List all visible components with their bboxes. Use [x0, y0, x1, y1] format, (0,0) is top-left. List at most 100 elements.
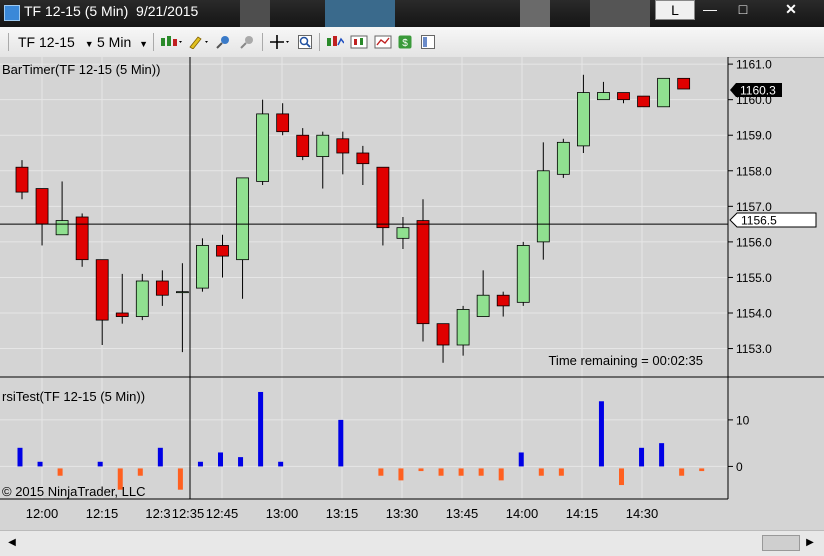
horizontal-scrollbar[interactable]: ◀ ▶ [0, 530, 824, 556]
candle-body-down [496, 294, 510, 307]
blurred-area [520, 0, 550, 27]
candle-body-up [196, 245, 209, 289]
toolbar-separator [8, 33, 9, 51]
rsi-panel-label: rsiTest(TF 12-15 (5 Min)) [2, 389, 145, 404]
candle-body-down [296, 134, 310, 157]
strategies-icon[interactable] [350, 35, 368, 49]
candle-body-down [677, 77, 691, 90]
blurred-area [240, 0, 270, 27]
indicators-icon[interactable] [326, 35, 344, 49]
minimize-button[interactable]: — [697, 0, 723, 18]
crosshair-icon[interactable] [270, 35, 292, 49]
candle [637, 95, 650, 108]
y-tick-label: 1161.0 [736, 58, 772, 72]
x-tick-label: 13:45 [446, 506, 479, 521]
rsi-bar [157, 447, 163, 467]
candle-body-up [135, 280, 149, 317]
rsi-bar [197, 461, 203, 467]
candle [677, 77, 691, 90]
candle-body-down [336, 138, 350, 154]
rsi-bar [619, 468, 624, 486]
rsi-bar [398, 468, 404, 481]
draw-pencil-icon[interactable] [188, 35, 210, 49]
candle [416, 199, 430, 342]
candle-body-up [55, 220, 69, 236]
pin-icon[interactable] [216, 35, 230, 49]
y-tick-label: 1158.0 [736, 164, 772, 178]
delete-pin-icon[interactable] [240, 35, 254, 49]
candle-body-up [516, 245, 530, 303]
y-tick-label: 1156.0 [736, 235, 772, 249]
scroll-right-arrow-icon[interactable]: ▶ [802, 535, 818, 551]
rsi-bar [659, 443, 665, 467]
y-tick-label: 1157.0 [736, 200, 772, 214]
rsi-bar [598, 401, 604, 467]
rsi-bar [518, 452, 524, 467]
rsi-bar [37, 461, 43, 467]
zoom-icon[interactable] [298, 35, 312, 49]
crosshair-price-label: 1156.5 [741, 214, 777, 228]
candle [135, 273, 149, 321]
svg-text:$: $ [402, 38, 408, 49]
candle-body-down [436, 323, 450, 346]
rsi-bar [258, 391, 264, 467]
rsi-bar [278, 461, 284, 467]
app-icon [4, 5, 20, 21]
toolbar-separator [153, 33, 154, 51]
candle [75, 213, 89, 267]
scroll-thumb[interactable] [762, 535, 800, 551]
instrument-selector[interactable]: TF 12-15 ▼ [18, 34, 94, 50]
rsi-bar [57, 468, 63, 476]
x-tick-label: 12:35 [172, 506, 205, 521]
candle [196, 238, 209, 292]
blurred-area [325, 0, 395, 27]
y-tick-label: 1155.0 [736, 271, 772, 285]
rsi-bar [338, 419, 344, 467]
rsi-bar [639, 447, 645, 467]
candle-body-up [556, 141, 570, 175]
rsi-bar [418, 468, 424, 472]
rsi-bar [538, 468, 544, 476]
toolbar-separator [262, 33, 263, 51]
instrument-label: TF 12-15 [18, 34, 75, 50]
link-button[interactable]: L [655, 0, 695, 20]
candle-body-down [617, 92, 630, 101]
price-chart[interactable]: 12:00 12:15 12:3 12:35 12:45 13:00 13:15 13:30 1… [0, 57, 824, 530]
candle-body-down [356, 152, 370, 165]
y-tick-label: 1153.0 [736, 342, 772, 356]
toolbar-separator [319, 33, 320, 51]
x-tick-label: 14:15 [566, 506, 599, 521]
rsi-bar [17, 447, 23, 467]
rsi-bar [238, 457, 244, 467]
rsi-bar [218, 452, 223, 467]
bar-style-icon[interactable] [160, 35, 182, 49]
period-label: 5 Min [97, 34, 132, 50]
chevron-down-icon: ▼ [139, 39, 149, 49]
y-tick-label: 10 [736, 413, 750, 427]
candle-body-down [637, 95, 650, 108]
x-tick-label: 12:45 [206, 506, 239, 521]
last-price-label: 1160.3 [740, 84, 776, 98]
dollar-icon[interactable]: $ [398, 35, 412, 49]
candle-body-up [236, 177, 249, 261]
period-selector[interactable]: 5 Min ▼ [97, 34, 148, 50]
candle-body-up [396, 227, 410, 239]
data-box-icon[interactable] [421, 35, 435, 49]
rsi-bar [699, 468, 705, 472]
chart-toolbar: TF 12-15 ▼ 5 Min ▼ $ [0, 27, 824, 58]
x-tick-label: 12:15 [86, 506, 119, 521]
y-tick-label: 0 [736, 460, 743, 474]
price-panel-label: BarTimer(TF 12-15 (5 Min)) [2, 62, 160, 77]
rsi-bar [558, 468, 564, 476]
rsi-bar [378, 468, 384, 476]
close-button[interactable]: ✕ [760, 0, 822, 18]
chevron-down-icon: ▼ [84, 39, 94, 49]
maximize-button[interactable]: □ [730, 0, 756, 18]
scroll-left-arrow-icon[interactable]: ◀ [4, 535, 20, 551]
rsi-bar [458, 468, 464, 476]
properties-icon[interactable] [374, 35, 392, 49]
rsi-bar [438, 468, 444, 476]
crosshair-price-marker: 1156.5 [729, 212, 817, 228]
candle-body-up [316, 134, 330, 157]
last-price-marker: 1160.3 [730, 83, 782, 98]
